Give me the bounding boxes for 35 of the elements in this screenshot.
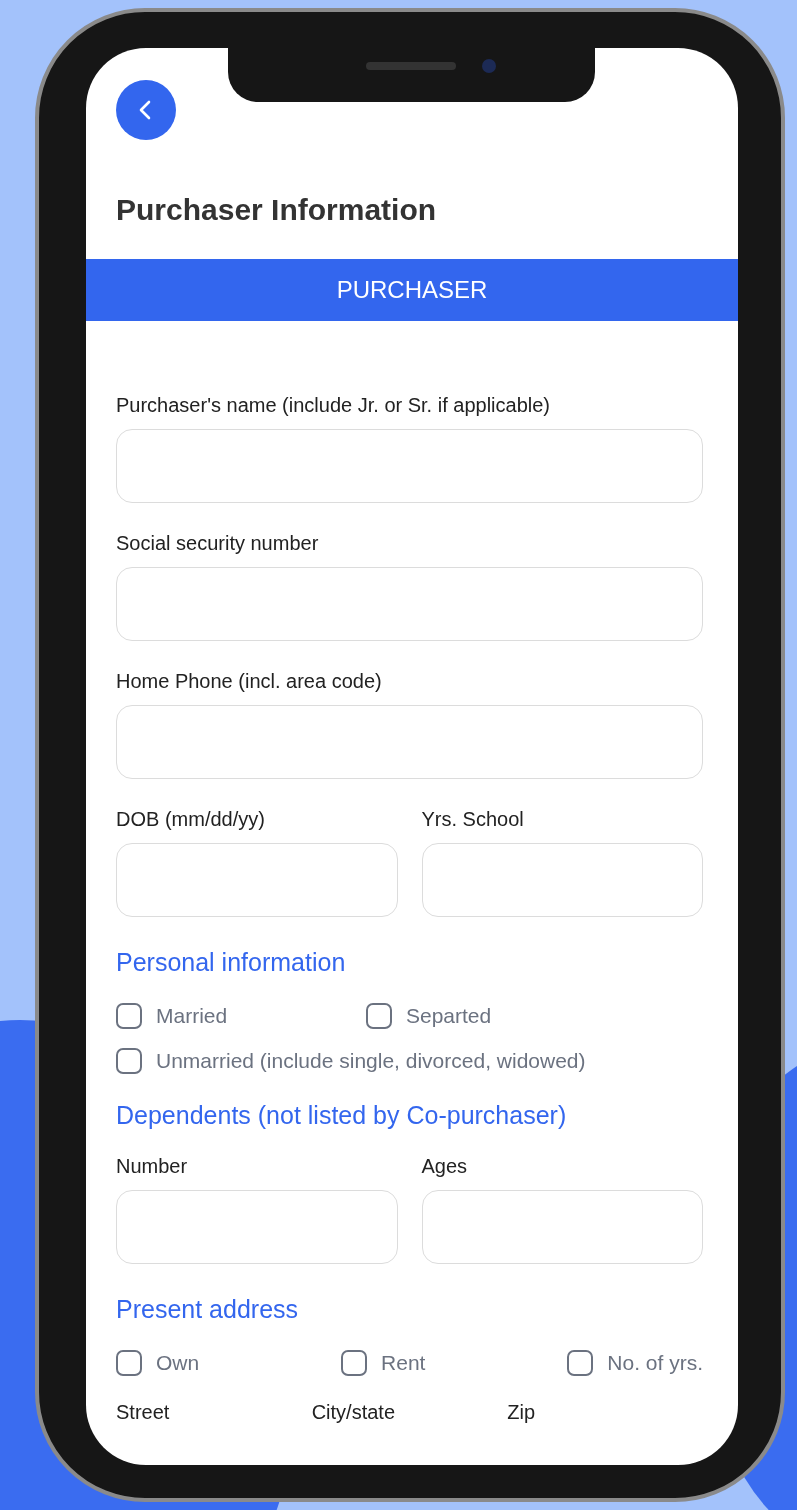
field-label: Home Phone (incl. area code) xyxy=(116,669,383,693)
screen-title: Purchaser Information xyxy=(116,192,438,228)
field-label: Social security number xyxy=(116,531,320,555)
input-field[interactable] xyxy=(116,705,703,779)
section-heading: Personal information xyxy=(116,947,347,978)
checkbox-label: Separted xyxy=(406,1003,492,1029)
checkbox-label: No. of yrs. xyxy=(607,1350,703,1376)
field-label: Ages xyxy=(421,1154,469,1178)
input-field[interactable] xyxy=(421,843,703,917)
checkbox[interactable] xyxy=(116,1003,142,1029)
field-label: Street xyxy=(116,1400,171,1424)
input-field[interactable] xyxy=(116,843,398,917)
field-label: Number xyxy=(116,1154,189,1178)
checkbox[interactable] xyxy=(116,1350,142,1376)
input-field[interactable] xyxy=(116,429,703,503)
section-heading: Dependents (not listed by Co-purchaser) xyxy=(116,1100,568,1131)
checkbox-label: Own xyxy=(156,1350,200,1376)
checkbox[interactable] xyxy=(366,1003,392,1029)
checkbox[interactable] xyxy=(567,1350,594,1376)
section-heading: Present address xyxy=(116,1294,300,1325)
field-label: City/state xyxy=(311,1400,397,1424)
field-label: Yrs. School xyxy=(421,807,525,831)
checkbox-label: Unmarried (include single, divorced, widowed) xyxy=(156,1048,586,1074)
back-button[interactable] xyxy=(116,80,176,140)
checkbox-label: Rent xyxy=(381,1350,426,1376)
checkbox-label: Married xyxy=(156,1003,228,1029)
field-label: Zip xyxy=(507,1400,537,1424)
banner-title: PURCHASER xyxy=(336,276,488,304)
checkbox[interactable] xyxy=(341,1350,368,1376)
field-label: DOB (mm/dd/yy) xyxy=(116,807,266,831)
input-field[interactable] xyxy=(116,567,703,641)
input-field[interactable] xyxy=(421,1190,703,1264)
checkbox[interactable] xyxy=(116,1048,142,1074)
field-label: Purchaser's name (include Jr. or Sr. if applicable) xyxy=(116,393,551,417)
input-field[interactable] xyxy=(116,1190,398,1264)
